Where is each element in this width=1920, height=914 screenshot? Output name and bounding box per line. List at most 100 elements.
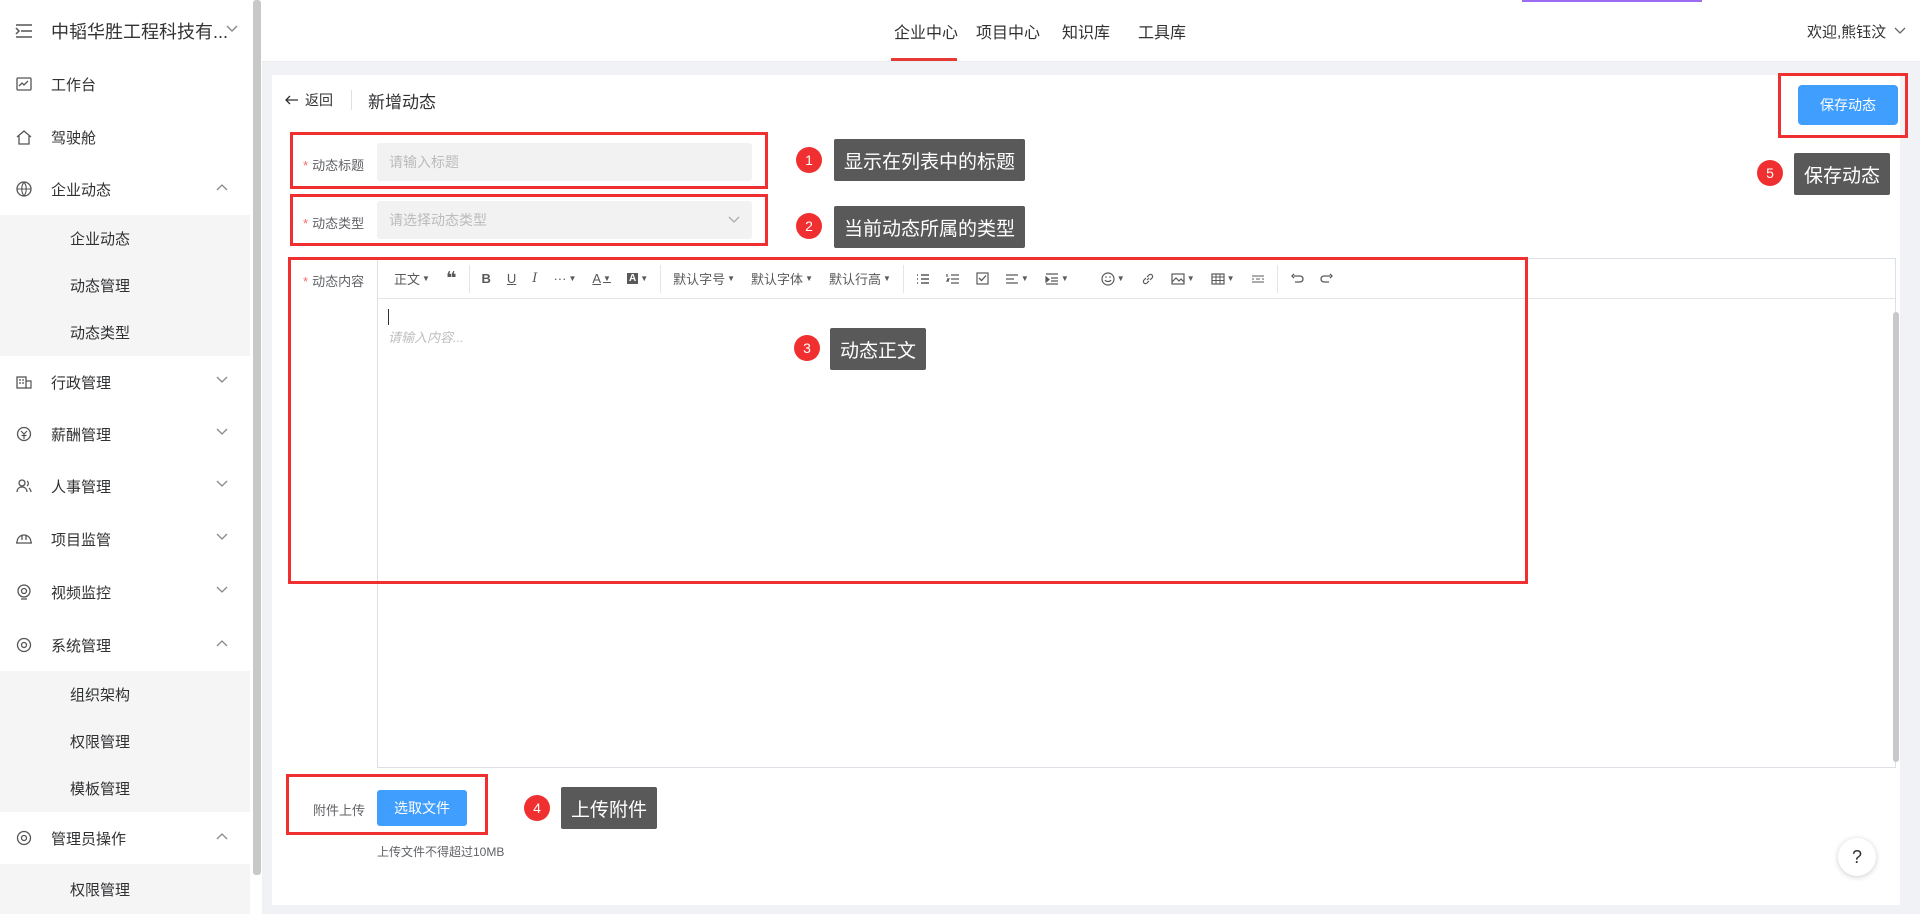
more-icon[interactable]: ··· ▼ [545,259,584,299]
tab-enterprise-center[interactable]: 企业中心 [894,0,958,62]
sidebar-item-admin[interactable]: 行政管理 [0,356,250,408]
sidebar-subitem-org[interactable]: 组织架构 [0,671,250,718]
align-icon[interactable]: ▼ [997,259,1037,299]
todo-icon[interactable] [968,259,997,299]
caret-down-icon: ▼ [727,274,736,283]
sidebar-subitem-news-type[interactable]: 动态类型 [0,309,250,356]
chevron-down-icon [728,216,740,224]
sidebar-subitem-admin-permission[interactable]: 权限管理 [0,864,250,914]
italic-icon[interactable]: I [524,259,545,299]
settings-icon [15,829,33,847]
sidebar: 中韬华胜工程科技有... 工作台 驾驶舱 企业动态 企业动态 动态管理 动态类型… [0,0,255,914]
annotation-number-2: 2 [796,213,822,239]
title-input[interactable]: 请输入标题 [377,143,752,181]
upload-hint: 上传文件不得超过10MB [377,845,505,859]
select-file-button[interactable]: 选取文件 [377,790,467,826]
chevron-down-icon [216,533,228,541]
sidebar-item-project-supervision[interactable]: 项目监管 [0,513,250,565]
sidebar-subitem-label: 组织架构 [70,687,131,704]
rich-text-editor[interactable]: 正文 ▼ ❝ B U I ··· ▼ A ▼ A ▼ 默认字号 ▼ 默认字体 ▼ 默认行高 ▼… [377,258,1896,768]
line-height-label: 默认行高 [828,272,881,287]
font-color-icon[interactable]: A ▼ [584,259,619,299]
caret-down-icon: ▼ [603,274,611,283]
helmet-icon [15,530,33,548]
company-selector[interactable]: 中韬华胜工程科技有... [0,0,250,62]
tab-knowledge-base[interactable]: 知识库 [1062,0,1110,62]
accent-line [1522,0,1702,2]
sidebar-item-cockpit[interactable]: 驾驶舱 [0,111,250,163]
indent-icon[interactable]: ▼ [1037,259,1077,299]
emoji-icon[interactable]: ▼ [1093,259,1133,299]
sidebar-item-enterprise-news[interactable]: 企业动态 [0,163,250,215]
sidebar-subitem-enterprise-news[interactable]: 企业动态 [0,215,250,262]
quote-icon[interactable]: ❝ [438,259,465,299]
editor-scrollbar[interactable] [1893,312,1899,762]
company-name: 中韬华胜工程科技有... [51,22,229,42]
caret-down-icon: ▼ [1020,274,1029,283]
sidebar-item-workbench[interactable]: 工作台 [0,58,250,110]
help-button[interactable]: ? [1838,838,1876,876]
caret-down-icon: ▼ [1226,274,1235,283]
sidebar-subitem-news-manage[interactable]: 动态管理 [0,262,250,309]
line-height-select[interactable]: 默认行高 ▼ [821,259,899,299]
image-icon[interactable]: ▼ [1163,259,1203,299]
page-title: 新增动态 [368,93,436,112]
chevron-up-icon [216,183,228,191]
upload-label: 附件上传 [313,803,366,818]
sidebar-subitem-permission[interactable]: 权限管理 [0,718,250,765]
type-placeholder: 请选择动态类型 [389,212,487,228]
sidebar-item-label: 视频监控 [51,584,112,602]
numbered-list-icon[interactable] [938,259,968,299]
sidebar-item-hr[interactable]: 人事管理 [0,460,250,512]
font-size-select[interactable]: 默认字号 ▼ [665,259,743,299]
sidebar-subitem-label: 动态管理 [70,278,131,295]
chevron-down-icon [226,25,238,33]
sidebar-subitem-label: 权限管理 [70,734,131,751]
table-icon[interactable]: ▼ [1203,259,1243,299]
annotation-number-5: 5 [1757,160,1783,186]
bold-icon[interactable]: B [474,259,499,299]
sidebar-item-video[interactable]: 视频监控 [0,566,250,618]
camera-icon [15,583,33,601]
sidebar-item-salary[interactable]: 薪酬管理 [0,408,250,460]
menu-fold-icon[interactable] [15,24,33,38]
content-placeholder: 请输入内容... [388,330,464,345]
redo-icon[interactable] [1312,259,1342,299]
title-placeholder: 请输入标题 [389,154,459,170]
home-icon [15,128,33,146]
bullet-list-icon[interactable] [908,259,938,299]
users-icon [15,477,33,495]
type-field-label: * 动态类型 [303,213,364,232]
user-menu[interactable]: 欢迎,熊钰汶 [1807,0,1906,62]
toolbar-divider [902,264,904,293]
sidebar-item-admin-ops[interactable]: 管理员操作 [0,812,250,864]
active-tab-indicator [891,58,957,61]
link-icon[interactable] [1133,259,1163,299]
chart-line-icon [15,75,33,93]
editor-toolbar: 正文 ▼ ❝ B U I ··· ▼ A ▼ A ▼ 默认字号 ▼ 默认字体 ▼ 默认行高 ▼… [378,259,1895,299]
undo-icon[interactable] [1282,259,1312,299]
sidebar-scrollbar[interactable] [253,0,261,875]
tab-project-center[interactable]: 项目中心 [976,0,1040,62]
money-icon [15,425,33,443]
back-link[interactable]: 返回 [285,90,333,110]
font-family-select[interactable]: 默认字体 ▼ [743,259,821,299]
tab-tool-library[interactable]: 工具库 [1138,0,1186,62]
type-select[interactable]: 请选择动态类型 [377,201,752,239]
settings-icon [15,636,33,654]
save-news-button[interactable]: 保存动态 [1798,85,1898,125]
caret-down-icon: ▼ [568,274,577,283]
text-cursor [388,309,389,325]
paragraph-select[interactable]: 正文 ▼ [386,259,438,299]
sidebar-subitem-template[interactable]: 模板管理 [0,765,250,812]
sidebar-item-label: 驾驶舱 [51,129,97,147]
background-color-icon[interactable]: A ▼ [619,259,656,299]
divider-line-icon[interactable] [1243,259,1273,299]
sidebar-item-system[interactable]: 系统管理 [0,619,250,671]
sidebar-item-label: 管理员操作 [51,830,127,848]
required-mark: * [303,216,309,231]
sidebar-item-label: 薪酬管理 [51,426,112,444]
underline-icon[interactable]: U [499,259,524,299]
font-size-label: 默认字号 [673,272,726,287]
annotation-tooltip-1: 显示在列表中的标题 [834,139,1026,181]
